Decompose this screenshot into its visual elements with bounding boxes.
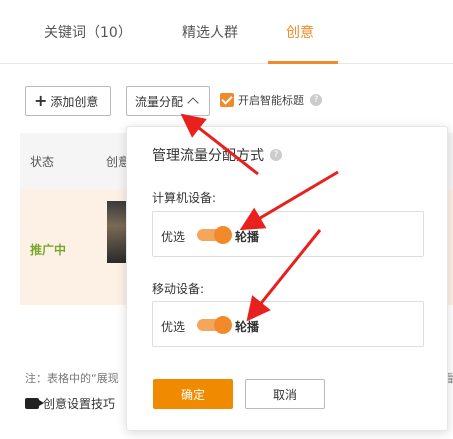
switch-knob: [214, 316, 232, 334]
creative-tips-link[interactable]: 创意设置技巧: [25, 395, 115, 412]
pc-mode-box: 优选 轮播: [152, 211, 424, 257]
active-tab-indicator: [268, 61, 338, 64]
footer-note: 注：表格中的“展现: [25, 372, 119, 385]
cancel-button[interactable]: 取消: [245, 379, 325, 409]
add-creative-button[interactable]: + 添加创意: [25, 86, 111, 116]
traffic-allocation-button[interactable]: 流量分配: [126, 86, 210, 116]
help-icon[interactable]: ?: [310, 94, 322, 106]
smart-title-option[interactable]: 开启智能标题 ?: [220, 92, 322, 108]
popover-title-text: 管理流量分配方式: [152, 148, 264, 164]
confirm-button[interactable]: 确定: [153, 379, 233, 409]
status-badge: 推广中: [30, 243, 67, 257]
mobile-mode-box: 优选 轮播: [152, 301, 424, 347]
mobile-option-rotate[interactable]: 轮播: [235, 318, 259, 335]
smart-title-label: 开启智能标题: [238, 94, 304, 107]
traffic-allocation-label: 流量分配: [135, 94, 184, 109]
tab-audience[interactable]: 精选人群: [182, 22, 238, 42]
smart-title-checkbox[interactable]: [220, 93, 234, 107]
add-creative-label: 添加创意: [50, 94, 99, 109]
help-icon[interactable]: ?: [270, 149, 282, 161]
tab-creative[interactable]: 创意: [286, 22, 314, 42]
creative-tips-label: 创意设置技巧: [43, 397, 116, 411]
pc-option-preferred[interactable]: 优选: [161, 228, 185, 245]
mobile-mode-switch[interactable]: [197, 316, 232, 334]
plus-icon: +: [34, 91, 48, 110]
traffic-allocation-popover: 管理流量分配方式 ? 计算机设备: 优选 轮播 移动设备: 优选 轮播 确定 取…: [126, 126, 448, 431]
column-status: 状态: [30, 155, 55, 169]
mobile-device-label: 移动设备:: [152, 282, 205, 296]
chevron-up-icon: [187, 97, 199, 109]
video-icon: [25, 398, 44, 409]
tab-bar: 关键词（10） 精选人群 创意: [0, 0, 453, 64]
pc-device-label: 计算机设备:: [152, 191, 217, 205]
popover-title: 管理流量分配方式 ?: [152, 145, 282, 165]
mobile-option-preferred[interactable]: 优选: [161, 318, 185, 335]
tab-keywords[interactable]: 关键词（10）: [44, 22, 132, 42]
switch-knob: [214, 226, 232, 244]
pc-option-rotate[interactable]: 轮播: [235, 228, 259, 245]
pc-mode-switch[interactable]: [197, 226, 232, 244]
